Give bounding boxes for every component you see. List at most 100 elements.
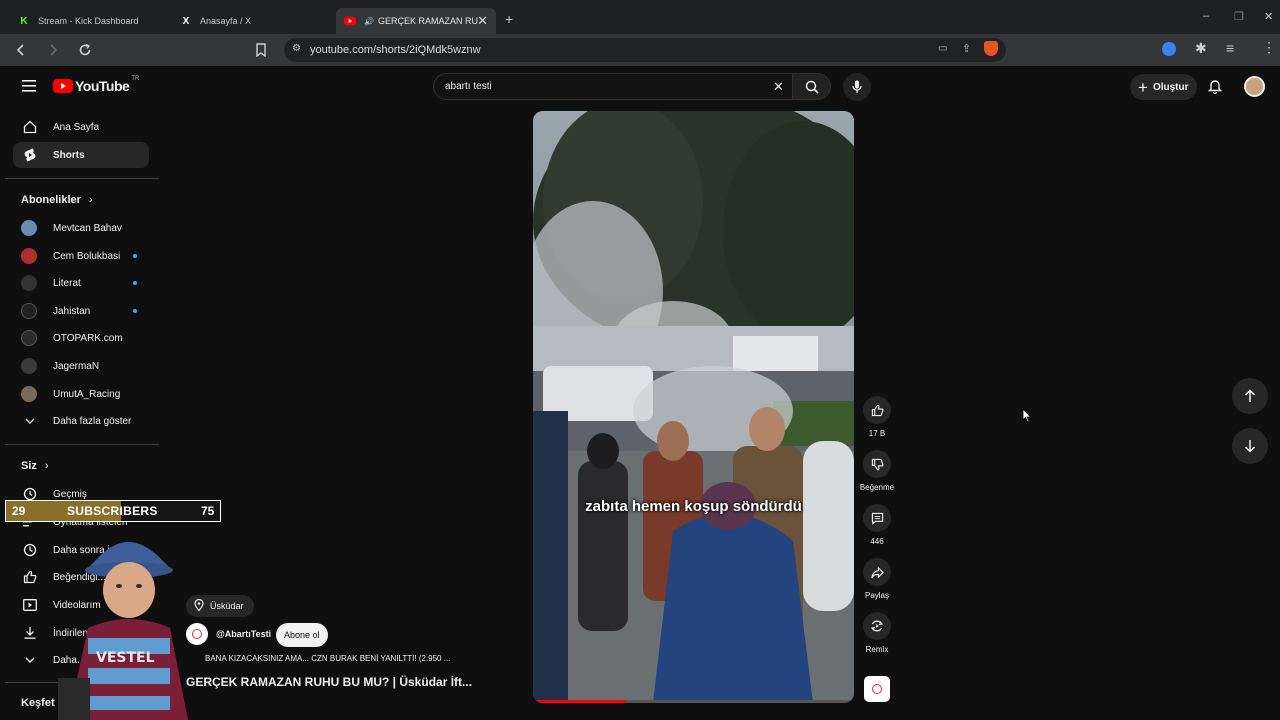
tab-x[interactable]: X Anasayfa / X (172, 8, 332, 34)
account-avatar[interactable] (1244, 76, 1265, 97)
previous-short-button[interactable] (1232, 378, 1268, 414)
notifications-bell-icon[interactable] (1207, 78, 1223, 99)
your-videos-icon (21, 596, 39, 614)
channel-handle[interactable]: @AbartıTesti (216, 629, 271, 639)
address-bar[interactable]: ⚙ youtube.com/shorts/2iQMdk5wznw ▭ ⇪ (284, 38, 1006, 62)
minimize-button[interactable]: – (1203, 10, 1209, 22)
sidebar-item-home[interactable]: Ana Sayfa (13, 114, 149, 140)
channel-avatar (21, 358, 37, 374)
show-more-button[interactable]: Daha fazla göster (13, 408, 149, 434)
remix-label: Remix (865, 645, 889, 654)
subscription-item[interactable]: JagermaN (13, 353, 149, 379)
share-page-icon[interactable]: ⇪ (962, 42, 971, 55)
comment-count: 446 (870, 537, 884, 546)
dislike-action[interactable]: Beğenme (860, 450, 894, 492)
youtube-favicon-icon (344, 15, 356, 27)
arrow-up-icon (1244, 389, 1256, 402)
bookmark-icon[interactable] (252, 41, 270, 59)
microphone-icon (852, 80, 862, 93)
restore-button[interactable]: ❐ (1234, 10, 1244, 23)
subscribe-button[interactable]: Abone ol (276, 623, 328, 647)
remix-action[interactable]: Remix (862, 612, 892, 654)
close-tab-icon[interactable]: ✕ (477, 13, 488, 29)
share-arrow-icon[interactable] (863, 558, 891, 586)
site-info-icon[interactable]: ⚙ (292, 43, 301, 54)
thumbs-down-icon[interactable] (863, 450, 891, 478)
speaker-icon: 🔊 (364, 16, 374, 26)
you-heading[interactable]: Siz › (21, 460, 49, 472)
tab-youtube-short[interactable]: 🔊 GERÇEK RAMAZAN RUHU ✕ (336, 8, 496, 34)
channel-avatar (21, 303, 37, 319)
create-button[interactable]: + Oluştur (1130, 74, 1197, 100)
extensions-puzzle-icon[interactable]: ✱ (1195, 40, 1207, 57)
youtube-logo-icon (53, 79, 73, 93)
new-content-dot (133, 281, 137, 285)
home-icon (21, 118, 39, 136)
forward-icon[interactable] (44, 41, 62, 59)
youtube-logo[interactable]: YouTube TR (53, 76, 139, 94)
x-favicon-icon: X (182, 15, 190, 27)
playlist-icon[interactable]: ≡ (1226, 40, 1234, 56)
thumbs-up-icon[interactable] (863, 396, 891, 424)
sidebar-divider (5, 444, 159, 445)
search-input[interactable]: abartı testi ✕ (433, 73, 793, 100)
video-frame-image (533, 111, 854, 703)
reload-icon[interactable] (76, 41, 94, 59)
subscription-item[interactable]: OTOPARK.com (13, 325, 149, 351)
mouse-cursor-icon (1022, 408, 1032, 423)
search-icon (805, 80, 819, 94)
like-count: 17 B (868, 429, 886, 438)
tab-kick[interactable]: K Stream - Kick Dashboard (10, 8, 168, 34)
channel-avatar (21, 220, 37, 236)
audio-source-thumbnail[interactable] (864, 676, 890, 702)
search-button[interactable] (793, 73, 831, 100)
share-action[interactable]: Paylaş (862, 558, 892, 600)
brave-shield-icon[interactable] (984, 41, 998, 56)
linked-video-link[interactable]: BANA KIZACAKSINIZ AMA... CZN BURAK BENİ … (205, 654, 450, 663)
subscriber-goal-bar: 29 SUBSCRIBERS 75 (5, 500, 221, 522)
clear-search-icon[interactable]: ✕ (773, 79, 784, 95)
close-window-button[interactable]: ✕ (1264, 10, 1273, 23)
new-tab-button[interactable]: + (505, 11, 513, 27)
cast-icon[interactable]: ▭ (938, 43, 947, 54)
channel-avatar (21, 330, 37, 346)
comments-action[interactable]: 446 (862, 504, 892, 546)
new-content-dot (133, 254, 137, 258)
short-video-player[interactable]: zabıta hemen koşup söndürdü (533, 111, 854, 703)
short-title[interactable]: GERÇEK RAMAZAN RUHU BU MU? | Üsküdar İft… (186, 675, 486, 689)
kick-favicon-icon: K (20, 15, 28, 27)
channel-avatar (21, 386, 37, 402)
svg-text:VESTEL: VESTEL (96, 650, 155, 666)
subscription-item[interactable]: Cem Bolukbasi (13, 243, 149, 269)
streamer-webcam-cutout: VESTEL (58, 542, 188, 720)
remix-icon[interactable] (863, 612, 891, 640)
subscription-item[interactable]: UmutA_Racing (13, 381, 149, 407)
comment-icon[interactable] (863, 504, 891, 532)
extension-icon[interactable] (1162, 42, 1176, 56)
hamburger-menu-icon[interactable] (22, 79, 36, 97)
subscriber-target-count: 75 (201, 504, 215, 518)
like-action[interactable]: 17 B (862, 396, 892, 438)
progress-fill (533, 700, 627, 703)
share-label: Paylaş (864, 591, 889, 600)
voice-search-button[interactable] (843, 73, 871, 101)
sidebar-item-shorts[interactable]: Shorts (13, 142, 149, 168)
explore-heading: Keşfet (21, 697, 55, 709)
subscription-item[interactable]: Literat (13, 270, 149, 296)
download-icon (21, 624, 39, 642)
plus-icon: + (1138, 77, 1148, 97)
subscription-item[interactable]: Mevtcan Bahav (13, 215, 149, 241)
chevron-down-icon (21, 412, 39, 430)
video-caption: zabıta hemen koşup söndürdü (585, 498, 802, 515)
subscriber-current-count: 29 (12, 504, 26, 518)
back-icon[interactable] (12, 41, 30, 59)
browser-menu-icon[interactable]: ⋮ (1262, 39, 1276, 56)
new-content-dot (133, 309, 137, 313)
subscriptions-heading[interactable]: Abonelikler › (21, 194, 93, 206)
clock-icon (21, 541, 39, 559)
chevron-down-icon (21, 651, 39, 669)
subscription-item[interactable]: Jahistan (13, 298, 149, 324)
next-short-button[interactable] (1232, 428, 1268, 464)
progress-track[interactable] (533, 700, 854, 703)
shorts-icon (21, 146, 39, 164)
